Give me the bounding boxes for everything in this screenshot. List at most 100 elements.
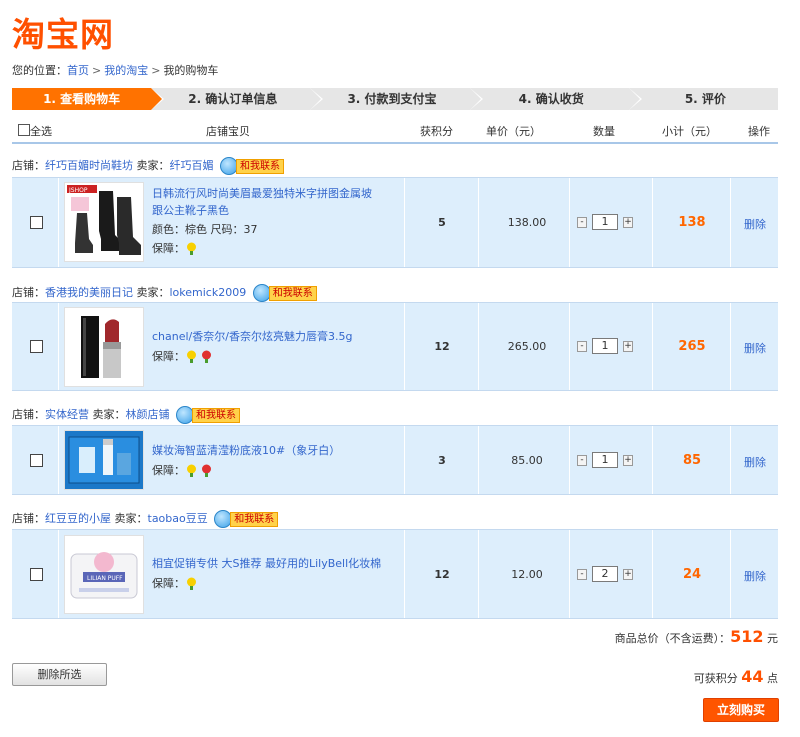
step-review: 5. 评价 <box>628 88 778 110</box>
shop-link[interactable]: 纤巧百媚时尚鞋坊 <box>45 159 133 172</box>
shop-info: 店铺：香港我的美丽日记 卖家：lokemick2009 和我联系 <box>12 284 778 304</box>
quantity-increase-button[interactable]: + <box>623 341 633 352</box>
guarantee-badge-icon <box>187 350 196 363</box>
quantity-decrease-button[interactable]: - <box>577 341 587 352</box>
return-badge-icon <box>202 464 211 477</box>
breadcrumb: 您的位置：首页 > 我的淘宝 > 我的购物车 <box>12 62 218 78</box>
product-image-foundation[interactable] <box>64 430 144 490</box>
contact-seller-button[interactable]: 和我联系 <box>220 157 284 175</box>
item-subtotal: 265 <box>678 339 706 354</box>
item-checkbox[interactable] <box>30 454 43 467</box>
select-all-checkbox[interactable] <box>18 124 30 136</box>
contact-label: 和我联系 <box>230 511 279 527</box>
quantity-input[interactable]: 2 <box>592 566 618 582</box>
delete-selected-button[interactable]: 删除所选 <box>12 663 107 686</box>
step-confirm-receipt: 4. 确认收货 <box>469 88 642 110</box>
quantity-stepper: - 1 + <box>577 452 639 468</box>
column-points: 获积分 <box>420 125 453 138</box>
checkout-steps: 1. 查看购物车 2. 确认订单信息 3. 付款到支付宝 4. 确认收货 5. … <box>12 88 778 110</box>
delete-item-link[interactable]: 删除 <box>744 568 766 584</box>
guarantee-badge-icon <box>187 577 196 590</box>
product-title-link[interactable]: 媒妆海智蓝清滢粉底液10#（象牙白） <box>152 442 340 459</box>
contact-seller-button[interactable]: 和我联系 <box>214 510 279 528</box>
guarantee: 保障： <box>152 462 215 479</box>
item-points: 12 <box>434 340 450 353</box>
step-label: 4. 确认收货 <box>518 92 584 106</box>
item-unit-price: 12.00 <box>511 568 543 581</box>
quantity-increase-button[interactable]: + <box>623 455 633 466</box>
step-pay: 3. 付款到支付宝 <box>310 88 483 110</box>
buy-now-button[interactable]: 立刻购买 <box>703 698 779 722</box>
breadcrumb-home-link[interactable]: 首页 <box>67 64 89 77</box>
quantity-decrease-button[interactable]: - <box>577 455 587 466</box>
step-label: 2. 确认订单信息 <box>188 92 278 106</box>
guarantee: 保障： <box>152 348 215 365</box>
product-title-link[interactable]: 日韩流行风时尚美眉最爱独特米字拼图金属坡 跟公主靴子黑色 <box>152 185 372 219</box>
item-unit-price: 85.00 <box>511 454 543 467</box>
item-subtotal: 24 <box>682 567 702 582</box>
shop-link[interactable]: 红豆豆的小屋 <box>45 512 111 525</box>
contact-seller-button[interactable]: 和我联系 <box>252 284 317 302</box>
item-checkbox[interactable] <box>30 568 43 581</box>
breadcrumb-current: 我的购物车 <box>163 64 219 77</box>
quantity-increase-button[interactable]: + <box>623 217 633 228</box>
product-title-link[interactable]: chanel/香奈尔/香奈尔炫亮魅力唇膏3.5g <box>152 328 352 345</box>
cart-item: JSHOP 日韩流行风时尚美眉最爱独特米字拼图金属坡 跟公主靴子黑色 颜色：棕色 … <box>12 177 778 268</box>
shop-label: 店铺： <box>12 286 45 299</box>
column-price: 单价（元） <box>486 125 541 138</box>
column-quantity: 数量 <box>593 125 615 138</box>
taobao-logo[interactable]: 淘宝网 <box>12 8 114 56</box>
breadcrumb-separator: > <box>151 64 161 77</box>
cart-item: LILIAN PUFF 相宜促销专供 大S推荐 最好用的LilyBell化妆棉 … <box>12 529 778 619</box>
cart-item: 媒妆海智蓝清滢粉底液10#（象牙白） 保障： 3 85.00 - 1 + 85 … <box>12 425 778 495</box>
guarantee-label: 保障： <box>152 464 185 477</box>
quantity-decrease-button[interactable]: - <box>577 217 587 228</box>
item-points: 5 <box>438 216 446 229</box>
quantity-input[interactable]: 1 <box>592 214 618 230</box>
item-checkbox[interactable] <box>30 340 43 353</box>
guarantee-label: 保障： <box>152 242 185 255</box>
product-image-cotton-pads[interactable]: LILIAN PUFF <box>64 535 144 614</box>
total-unit: 元 <box>767 632 778 645</box>
quantity-input[interactable]: 1 <box>592 338 618 354</box>
guarantee: 保障： <box>152 575 200 592</box>
breadcrumb-my-taobao-link[interactable]: 我的淘宝 <box>104 64 148 77</box>
seller-label: 卖家： <box>136 159 170 172</box>
points-total: 可获积分 44 点 <box>694 667 778 686</box>
item-points: 3 <box>438 454 446 467</box>
column-item: 店铺宝贝 <box>206 125 250 138</box>
cart-item: chanel/香奈尔/香奈尔炫亮魅力唇膏3.5g 保障： 12 265.00 -… <box>12 302 778 391</box>
step-view-cart: 1. 查看购物车 <box>12 88 165 110</box>
contact-seller-button[interactable]: 和我联系 <box>176 406 240 424</box>
seller-link[interactable]: 纤巧百媚 <box>170 159 214 172</box>
delete-item-link[interactable]: 删除 <box>744 454 766 470</box>
delete-item-link[interactable]: 删除 <box>744 216 766 232</box>
step-label: 5. 评价 <box>684 92 726 106</box>
guarantee-label: 保障： <box>152 350 185 363</box>
shop-link[interactable]: 香港我的美丽日记 <box>45 286 133 299</box>
cart-total: 商品总价（不含运费）：512 元 <box>615 627 778 646</box>
product-image-boots[interactable]: JSHOP <box>64 182 144 262</box>
quantity-decrease-button[interactable]: - <box>577 569 587 580</box>
shop-link[interactable]: 实体经营 <box>45 408 89 421</box>
seller-link[interactable]: 林颜店铺 <box>126 408 170 421</box>
column-action: 操作 <box>748 125 770 138</box>
delete-item-link[interactable]: 删除 <box>744 340 766 356</box>
product-image-lipstick[interactable] <box>64 307 144 387</box>
select-all-label: 全选 <box>30 125 52 138</box>
item-unit-price: 265.00 <box>507 340 547 353</box>
item-subtotal: 85 <box>682 453 702 468</box>
product-title-link[interactable]: 相宜促销专供 大S推荐 最好用的LilyBell化妆棉 <box>152 555 381 572</box>
breadcrumb-prefix: 您的位置： <box>12 64 67 77</box>
item-checkbox[interactable] <box>30 216 43 229</box>
quantity-stepper: - 1 + <box>577 214 639 230</box>
item-subtotal: 138 <box>678 215 706 230</box>
quantity-increase-button[interactable]: + <box>623 569 633 580</box>
product-title-line: 跟公主靴子黑色 <box>152 204 229 217</box>
quantity-input[interactable]: 1 <box>592 452 618 468</box>
seller-link[interactable]: lokemick2009 <box>170 286 247 299</box>
quantity-stepper: - 2 + <box>577 566 639 582</box>
select-all[interactable]: 全选 <box>18 123 52 139</box>
seller-link[interactable]: taobao豆豆 <box>148 512 208 525</box>
shop-label: 店铺： <box>12 512 45 525</box>
